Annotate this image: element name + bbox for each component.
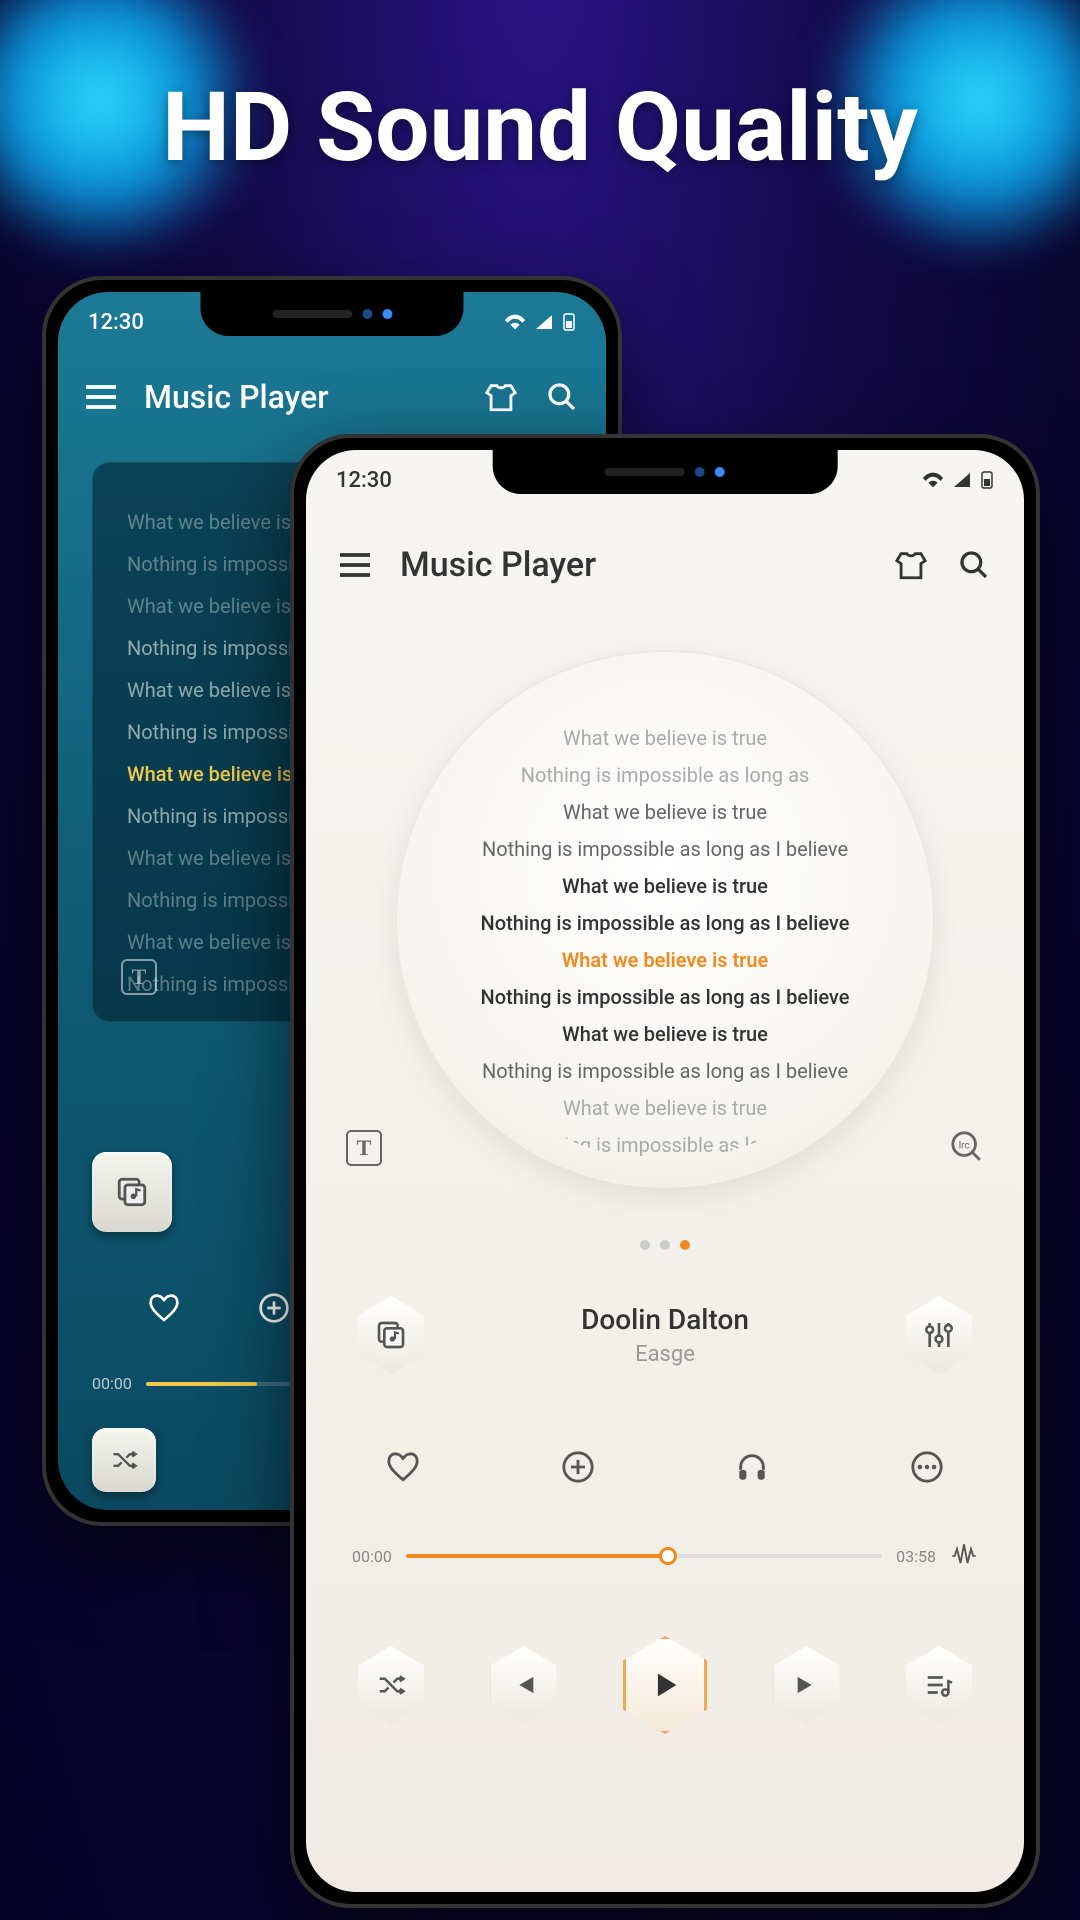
- time-total: 03:58: [896, 1547, 936, 1566]
- search-icon[interactable]: [958, 549, 990, 581]
- track-artist: Easge: [430, 1342, 900, 1367]
- search-icon[interactable]: [546, 381, 578, 413]
- status-time: 12:30: [88, 310, 144, 335]
- previous-button[interactable]: [485, 1640, 563, 1730]
- waveform-icon[interactable]: [950, 1542, 978, 1570]
- progress-thumb[interactable]: [659, 1547, 677, 1565]
- time-current: 00:00: [352, 1547, 392, 1566]
- page-indicator: [640, 1240, 690, 1250]
- svg-text:lrc: lrc: [959, 1140, 970, 1151]
- promo-background: HD Sound Quality 12:30 Music Player What…: [0, 0, 1080, 1920]
- phone-mockup-light: 12:30 Music Player What we believe is tr…: [290, 434, 1040, 1908]
- lyric-line: Nothing is impossible as long as I belie…: [445, 831, 885, 868]
- app-title: Music Player: [144, 378, 456, 416]
- add-icon[interactable]: [258, 1292, 290, 1324]
- app-title: Music Player: [400, 545, 864, 585]
- page-dot: [640, 1240, 650, 1250]
- time-current: 00:00: [92, 1374, 132, 1393]
- lyric-line: What we believe is true: [445, 1090, 885, 1127]
- lyric-line: What we believe is true: [445, 868, 885, 905]
- lrc-search-icon[interactable]: lrc: [950, 1130, 984, 1164]
- progress-bar[interactable]: [406, 1554, 882, 1558]
- lyric-line: What we believe is true: [445, 720, 885, 757]
- headline: HD Sound Quality: [0, 72, 1080, 184]
- menu-icon[interactable]: [340, 553, 370, 577]
- lyric-line: What we believe is true: [445, 1016, 885, 1053]
- menu-icon[interactable]: [86, 385, 116, 409]
- shuffle-button[interactable]: [352, 1640, 430, 1730]
- text-size-icon[interactable]: T: [346, 1130, 382, 1166]
- status-icons: [504, 312, 576, 332]
- headphones-icon[interactable]: [735, 1450, 769, 1484]
- play-button[interactable]: [617, 1630, 713, 1740]
- library-button[interactable]: [92, 1152, 172, 1232]
- album-lyrics-disc[interactable]: What we believe is true Nothing is impos…: [395, 650, 935, 1190]
- status-icons: [922, 470, 994, 490]
- next-button[interactable]: [768, 1640, 846, 1730]
- favorite-icon[interactable]: [386, 1450, 420, 1484]
- queue-button[interactable]: [900, 1640, 978, 1730]
- more-icon[interactable]: [910, 1450, 944, 1484]
- lyric-line: Nothing is impossible as long as I belie…: [445, 905, 885, 942]
- add-icon[interactable]: [561, 1450, 595, 1484]
- library-button[interactable]: [352, 1290, 430, 1380]
- text-size-icon[interactable]: T: [121, 959, 157, 995]
- page-dot-active: [680, 1240, 690, 1250]
- lyric-line-active: What we believe is true: [445, 942, 885, 979]
- favorite-icon[interactable]: [148, 1292, 180, 1324]
- track-name: Doolin Dalton: [430, 1303, 900, 1336]
- status-time: 12:30: [336, 468, 392, 493]
- lyric-line: Nothing is impossible as long as I belie…: [445, 1053, 885, 1090]
- lyric-line: Nothing is impossible as long as: [445, 1127, 885, 1160]
- lyric-line: Nothing is impossible as long as: [445, 757, 885, 794]
- shuffle-button[interactable]: [92, 1428, 156, 1492]
- equalizer-button[interactable]: [900, 1290, 978, 1380]
- theme-icon[interactable]: [484, 380, 518, 414]
- lyric-line: Nothing is impossible as long as I belie…: [445, 979, 885, 1016]
- theme-icon[interactable]: [894, 548, 928, 582]
- lyric-line: What we believe is true: [445, 794, 885, 831]
- page-dot: [660, 1240, 670, 1250]
